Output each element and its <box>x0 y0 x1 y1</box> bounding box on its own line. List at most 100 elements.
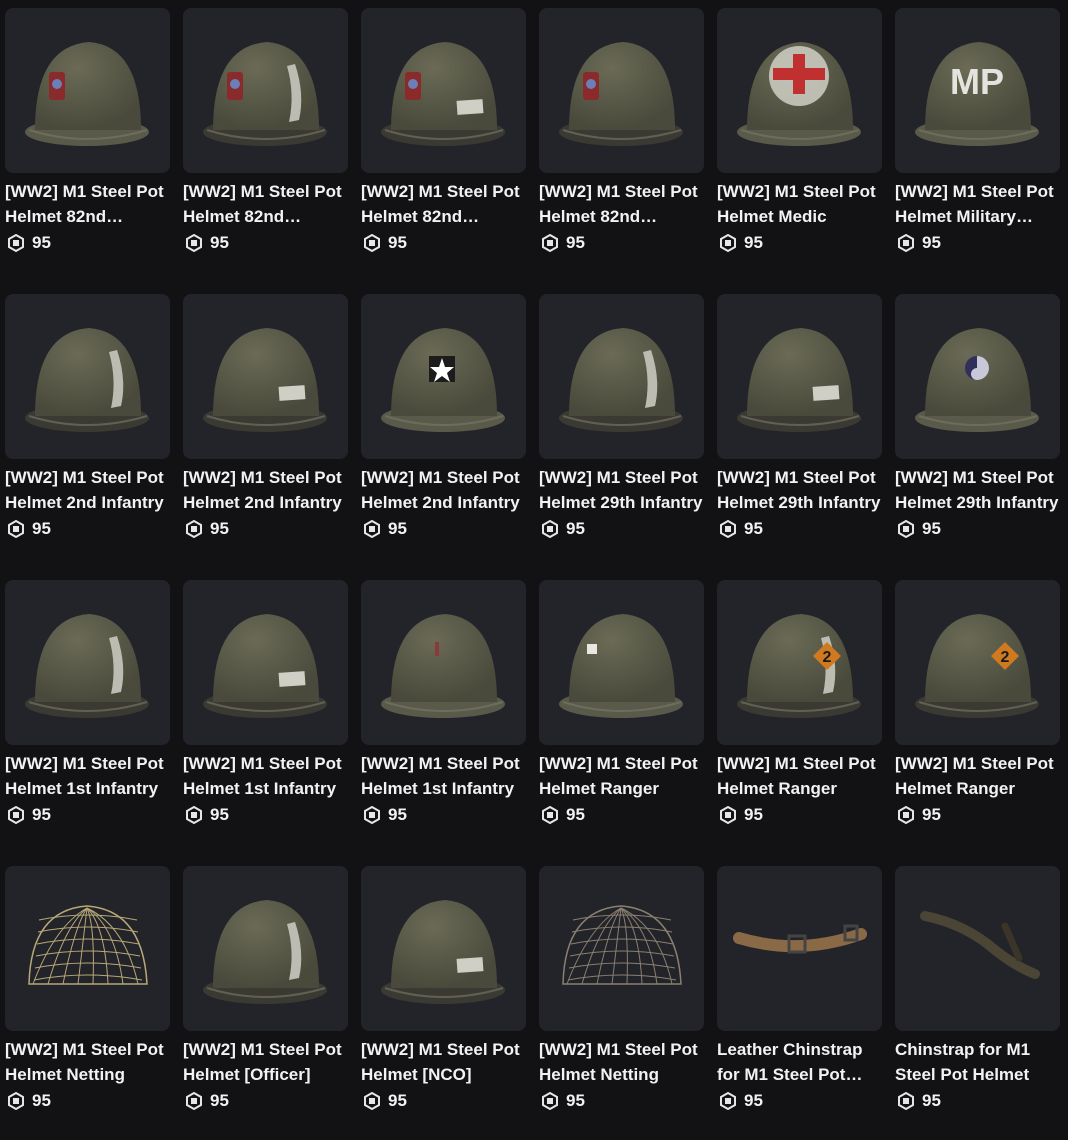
item-name[interactable]: [WW2] M1 Steel Pot Helmet 2nd Infantry <box>183 465 348 515</box>
item-name[interactable]: [WW2] M1 Steel Pot Helmet Ranger <box>895 751 1060 801</box>
item-price-value: 95 <box>32 233 51 252</box>
item-thumbnail[interactable] <box>183 294 348 459</box>
item-thumbnail[interactable] <box>717 866 882 1031</box>
robux-icon <box>720 806 736 824</box>
robux-icon <box>8 1092 24 1110</box>
item-thumbnail[interactable] <box>717 8 882 173</box>
robux-icon <box>186 520 202 538</box>
item-name[interactable]: [WW2] M1 Steel Pot Helmet 2nd Infantry <box>361 465 526 515</box>
item-thumbnail[interactable] <box>361 8 526 173</box>
item-name[interactable]: Leather Chinstrap for M1 Steel Pot Helme… <box>717 1037 882 1087</box>
item-name[interactable]: [WW2] M1 Steel Pot Helmet 29th Infantry <box>895 465 1060 515</box>
item-thumbnail[interactable] <box>5 8 170 173</box>
item-card[interactable]: [WW2] M1 Steel Pot Helmet 2nd Infantry 95 <box>183 294 348 568</box>
item-thumbnail[interactable] <box>895 866 1060 1031</box>
chinstrap-icon <box>920 911 1040 979</box>
item-name[interactable]: [WW2] M1 Steel Pot Helmet 29th Infantry <box>539 465 704 515</box>
item-name[interactable]: [WW2] M1 Steel Pot Helmet [Officer] <box>183 1037 348 1087</box>
item-thumbnail[interactable] <box>539 580 704 745</box>
helmet-icon <box>381 900 505 1004</box>
svg-text:2: 2 <box>823 649 832 666</box>
item-name[interactable]: [WW2] M1 Steel Pot Helmet Military Polic… <box>895 179 1060 229</box>
item-card[interactable]: [WW2] M1 Steel Pot Helmet 82nd Airborne 9… <box>361 8 526 282</box>
robux-icon <box>720 1092 736 1110</box>
item-thumbnail[interactable] <box>717 294 882 459</box>
item-thumbnail[interactable] <box>183 8 348 173</box>
item-card[interactable]: [WW2] M1 Steel Pot Helmet [NCO] 95 <box>361 866 526 1140</box>
item-card[interactable]: [WW2] M1 Steel Pot Helmet 29th Infantry 9… <box>539 294 704 568</box>
item-name[interactable]: [WW2] M1 Steel Pot Helmet Medic <box>717 179 882 229</box>
item-card[interactable]: [WW2] M1 Steel Pot Helmet 2nd Infantry 95 <box>361 294 526 568</box>
item-thumbnail[interactable] <box>539 8 704 173</box>
item-thumbnail[interactable] <box>361 580 526 745</box>
item-card[interactable]: [WW2] M1 Steel Pot Helmet [Officer] 95 <box>183 866 348 1140</box>
item-name[interactable]: [WW2] M1 Steel Pot Helmet 1st Infantry <box>361 751 526 801</box>
item-price-value: 95 <box>566 233 585 252</box>
item-card[interactable]: [WW2] M1 Steel Pot Helmet 29th Infantry 9… <box>717 294 882 568</box>
item-name[interactable]: [WW2] M1 Steel Pot Helmet Netting <box>5 1037 170 1087</box>
item-price: 95 <box>539 518 704 540</box>
item-card[interactable]: [WW2] M1 Steel Pot Helmet 1st Infantry 95 <box>183 580 348 854</box>
robux-icon <box>542 806 558 824</box>
item-name[interactable]: [WW2] M1 Steel Pot Helmet 1st Infantry <box>183 751 348 801</box>
item-thumbnail[interactable] <box>895 294 1060 459</box>
item-name[interactable]: [WW2] M1 Steel Pot Helmet Netting <box>539 1037 704 1087</box>
item-card[interactable]: Chinstrap for M1 Steel Pot Helmet 95 <box>895 866 1060 1140</box>
item-name[interactable]: Chinstrap for M1 Steel Pot Helmet <box>895 1037 1060 1087</box>
item-card[interactable]: [WW2] M1 Steel Pot Helmet 1st Infantry 95 <box>361 580 526 854</box>
item-price: 95 <box>539 232 704 254</box>
helmet-icon <box>25 614 149 718</box>
robux-icon <box>898 806 914 824</box>
item-price-value: 95 <box>744 233 763 252</box>
item-price-value: 95 <box>210 1091 229 1110</box>
item-name[interactable]: [WW2] M1 Steel Pot Helmet 29th Infantry <box>717 465 882 515</box>
item-thumbnail[interactable]: 2 <box>717 580 882 745</box>
netting-icon <box>28 905 148 985</box>
item-thumbnail[interactable] <box>361 294 526 459</box>
item-thumbnail[interactable] <box>183 866 348 1031</box>
item-card[interactable]: Leather Chinstrap for M1 Steel Pot Helme… <box>717 866 882 1140</box>
item-thumbnail[interactable] <box>5 294 170 459</box>
item-name[interactable]: [WW2] M1 Steel Pot Helmet 82nd Airborne <box>183 179 348 229</box>
item-thumbnail[interactable] <box>5 866 170 1031</box>
helmet-icon <box>737 42 861 146</box>
item-card[interactable]: [WW2] M1 Steel Pot Helmet Ranger 95 <box>539 580 704 854</box>
item-card[interactable]: [WW2] M1 Steel Pot Helmet 82nd Airborne 9… <box>183 8 348 282</box>
item-thumbnail[interactable] <box>539 294 704 459</box>
helmet-icon <box>203 42 327 146</box>
item-thumbnail[interactable] <box>183 580 348 745</box>
item-card[interactable]: [WW2] M1 Steel Pot Helmet 82nd Airborne 9… <box>539 8 704 282</box>
item-card[interactable]: [WW2] M1 Steel Pot Helmet 2nd Infantry 95 <box>5 294 170 568</box>
item-price: 95 <box>361 518 526 540</box>
item-name[interactable]: [WW2] M1 Steel Pot Helmet Ranger <box>717 751 882 801</box>
item-card[interactable]: MP [WW2] M1 Steel Pot Helmet Military Pol… <box>895 8 1060 282</box>
item-thumbnail[interactable]: MP <box>895 8 1060 173</box>
item-price: 95 <box>361 232 526 254</box>
item-price: 95 <box>361 804 526 826</box>
item-price-value: 95 <box>744 1091 763 1110</box>
item-card[interactable]: [WW2] M1 Steel Pot Helmet Netting 95 <box>539 866 704 1140</box>
item-price-value: 95 <box>922 519 941 538</box>
item-thumbnail[interactable] <box>5 580 170 745</box>
item-card[interactable]: 2 [WW2] M1 Steel Pot Helmet Ranger 95 <box>717 580 882 854</box>
robux-icon <box>720 234 736 252</box>
item-name[interactable]: [WW2] M1 Steel Pot Helmet 82nd Airborne <box>5 179 170 229</box>
catalog-grid: [WW2] M1 Steel Pot Helmet 82nd Airborne 9… <box>5 8 1060 1140</box>
helmet-icon <box>559 328 683 432</box>
item-card[interactable]: [WW2] M1 Steel Pot Helmet Netting 95 <box>5 866 170 1140</box>
item-card[interactable]: 2 [WW2] M1 Steel Pot Helmet Ranger 95 <box>895 580 1060 854</box>
item-thumbnail[interactable] <box>539 866 704 1031</box>
item-name[interactable]: [WW2] M1 Steel Pot Helmet Ranger <box>539 751 704 801</box>
item-card[interactable]: [WW2] M1 Steel Pot Helmet 1st Infantry 95 <box>5 580 170 854</box>
item-name[interactable]: [WW2] M1 Steel Pot Helmet 82nd Airborne <box>361 179 526 229</box>
item-card[interactable]: [WW2] M1 Steel Pot Helmet Medic 95 <box>717 8 882 282</box>
item-thumbnail[interactable]: 2 <box>895 580 1060 745</box>
item-card[interactable]: [WW2] M1 Steel Pot Helmet 29th Infantry 9… <box>895 294 1060 568</box>
item-card[interactable]: [WW2] M1 Steel Pot Helmet 82nd Airborne 9… <box>5 8 170 282</box>
item-name[interactable]: [WW2] M1 Steel Pot Helmet 1st Infantry <box>5 751 170 801</box>
item-price-value: 95 <box>566 1091 585 1110</box>
item-name[interactable]: [WW2] M1 Steel Pot Helmet 2nd Infantry <box>5 465 170 515</box>
item-thumbnail[interactable] <box>361 866 526 1031</box>
item-name[interactable]: [WW2] M1 Steel Pot Helmet 82nd Airborne <box>539 179 704 229</box>
item-name[interactable]: [WW2] M1 Steel Pot Helmet [NCO] <box>361 1037 526 1087</box>
